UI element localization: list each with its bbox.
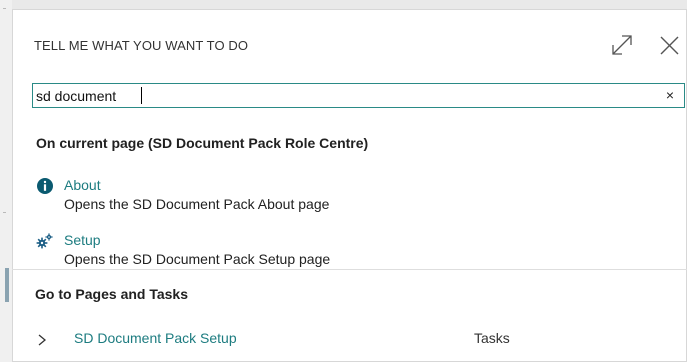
- pages-section-header: Go to Pages and Tasks: [35, 286, 189, 302]
- background-mark: [3, 8, 6, 9]
- page-item-name[interactable]: SD Document Pack Setup: [74, 330, 237, 346]
- result-title[interactable]: About: [64, 177, 101, 193]
- text-caret: [141, 87, 142, 104]
- clear-search-button[interactable]: ×: [662, 86, 678, 104]
- search-field[interactable]: ×: [32, 83, 685, 108]
- search-input[interactable]: [33, 84, 656, 107]
- current-page-section-header: On current page (SD Document Pack Role C…: [36, 135, 369, 151]
- result-description: Opens the SD Document Pack About page: [64, 196, 330, 212]
- expand-icon[interactable]: [607, 30, 637, 60]
- close-icon[interactable]: [654, 30, 684, 60]
- info-icon: [36, 177, 54, 195]
- tell-me-dialog: TELL ME WHAT YOU WANT TO DO × On current…: [12, 9, 687, 362]
- result-about[interactable]: About Opens the SD Document Pack About p…: [36, 177, 436, 217]
- background-mark: [3, 212, 6, 213]
- background-strip: [0, 0, 12, 362]
- page-item-category: Tasks: [474, 330, 510, 346]
- background-accent: [5, 268, 9, 302]
- dialog-title: TELL ME WHAT YOU WANT TO DO: [34, 38, 249, 53]
- section-divider: [12, 269, 687, 270]
- result-description: Opens the SD Document Pack Setup page: [64, 251, 331, 267]
- setup-icon: [36, 232, 54, 250]
- result-title[interactable]: Setup: [64, 232, 101, 248]
- result-setup[interactable]: Setup Opens the SD Document Pack Setup p…: [36, 232, 436, 272]
- chevron-right-icon: [35, 331, 49, 349]
- page-item-sd-document-pack-setup[interactable]: SD Document Pack Setup Tasks: [35, 330, 675, 352]
